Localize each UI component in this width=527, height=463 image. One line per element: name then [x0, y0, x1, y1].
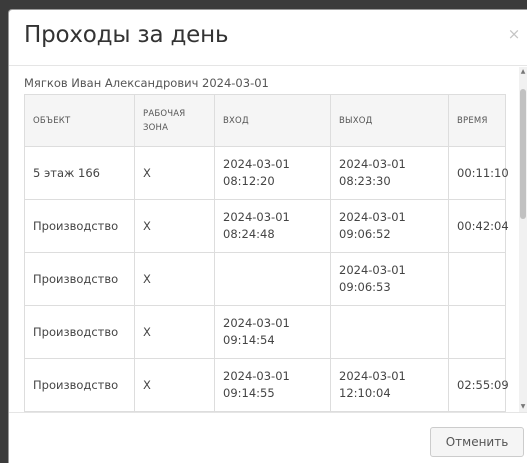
entry-time: 08:12:20: [223, 174, 275, 188]
cell-object: Производство: [24, 305, 135, 359]
cell-object: Производство: [24, 252, 135, 306]
cell-object: 5 этаж 166: [24, 146, 135, 200]
table-header-row: ОБЪЕКТ РАБОЧАЯ ЗОНА ВХОД ВЫХОД ВРЕМЯ: [24, 94, 506, 147]
cell-exit: [330, 305, 449, 359]
column-header-object: ОБЪЕКТ: [24, 94, 135, 147]
cell-exit: 2024-03-01 09:06:52: [330, 199, 449, 253]
vertical-scrollbar[interactable]: ▲ ▼: [519, 67, 527, 412]
cell-exit: 2024-03-01 08:23:30: [330, 146, 449, 200]
entry-date: 2024-03-01: [223, 210, 290, 224]
cancel-button[interactable]: Отменить: [430, 427, 524, 457]
column-header-exit: ВЫХОД: [330, 94, 449, 147]
cell-entry: 2024-03-01 08:12:20: [214, 146, 331, 200]
exit-time: 09:06:52: [339, 227, 391, 241]
table-row: Производство X 2024-03-01 09:06:53: [24, 252, 506, 306]
entry-date: 2024-03-01: [223, 316, 290, 330]
dialog-footer: Отменить: [9, 412, 527, 463]
entry-time: 09:14:55: [223, 386, 275, 400]
scroll-thumb[interactable]: [520, 89, 526, 219]
passes-table: ОБЪЕКТ РАБОЧАЯ ЗОНА ВХОД ВЫХОД ВРЕМЯ 5 э…: [24, 94, 509, 412]
cell-entry: 2024-03-01 08:24:48: [214, 199, 331, 253]
cell-object: Производство: [24, 199, 135, 253]
table-row: Производство X 2024-03-01 09:14:54: [24, 305, 506, 359]
exit-date: 2024-03-01: [339, 157, 406, 171]
cell-object: Производство: [24, 358, 135, 412]
column-header-entry: ВХОД: [214, 94, 331, 147]
cell-entry: 2024-03-01 09:14:55: [214, 358, 331, 412]
entry-time: 09:14:54: [223, 333, 275, 347]
entry-time: 08:24:48: [223, 227, 275, 241]
cell-work-zone: X: [134, 146, 215, 200]
dialog-title: Проходы за день: [24, 22, 229, 48]
column-header-time: ВРЕМЯ: [448, 94, 506, 147]
exit-date: 2024-03-01: [339, 369, 406, 383]
cell-work-zone: X: [134, 199, 215, 253]
cell-duration: [448, 252, 506, 306]
exit-time: 09:06:53: [339, 280, 391, 294]
cell-work-zone: X: [134, 305, 215, 359]
cell-duration: 00:11:10: [448, 146, 509, 200]
exit-date: 2024-03-01: [339, 263, 406, 277]
table-row: Производство X 2024-03-01 09:14:55 2024-0…: [24, 358, 509, 412]
passes-dialog: Проходы за день × Мягков Иван Александро…: [8, 9, 527, 463]
cell-exit: 2024-03-01 09:06:53: [330, 252, 449, 306]
cell-entry: [214, 252, 331, 306]
scroll-down-arrow-icon[interactable]: ▼: [519, 402, 527, 412]
cell-duration: 02:55:09: [448, 358, 509, 412]
person-date-caption: Мягков Иван Александрович 2024-03-01: [24, 76, 269, 90]
dialog-body[interactable]: Мягков Иван Александрович 2024-03-01 ОБЪ…: [9, 67, 520, 412]
cell-exit: 2024-03-01 12:10:04: [330, 358, 449, 412]
cell-work-zone: X: [134, 252, 215, 306]
exit-date: 2024-03-01: [339, 210, 406, 224]
entry-date: 2024-03-01: [223, 369, 290, 383]
cell-entry: 2024-03-01 09:14:54: [214, 305, 331, 359]
scroll-up-arrow-icon[interactable]: ▲: [519, 67, 527, 77]
exit-time: 08:23:30: [339, 174, 391, 188]
cell-work-zone: X: [134, 358, 215, 412]
table-row: 5 этаж 166 X 2024-03-01 08:12:20 2024-03-…: [24, 146, 509, 200]
cell-duration: [448, 305, 506, 359]
dialog-header: Проходы за день ×: [9, 10, 527, 66]
exit-time: 12:10:04: [339, 386, 391, 400]
cell-duration: 00:42:04: [448, 199, 509, 253]
entry-date: 2024-03-01: [223, 157, 290, 171]
column-header-work-zone: РАБОЧАЯ ЗОНА: [134, 94, 215, 147]
table-row: Производство X 2024-03-01 08:24:48 2024-0…: [24, 199, 509, 253]
close-icon[interactable]: ×: [507, 26, 521, 42]
